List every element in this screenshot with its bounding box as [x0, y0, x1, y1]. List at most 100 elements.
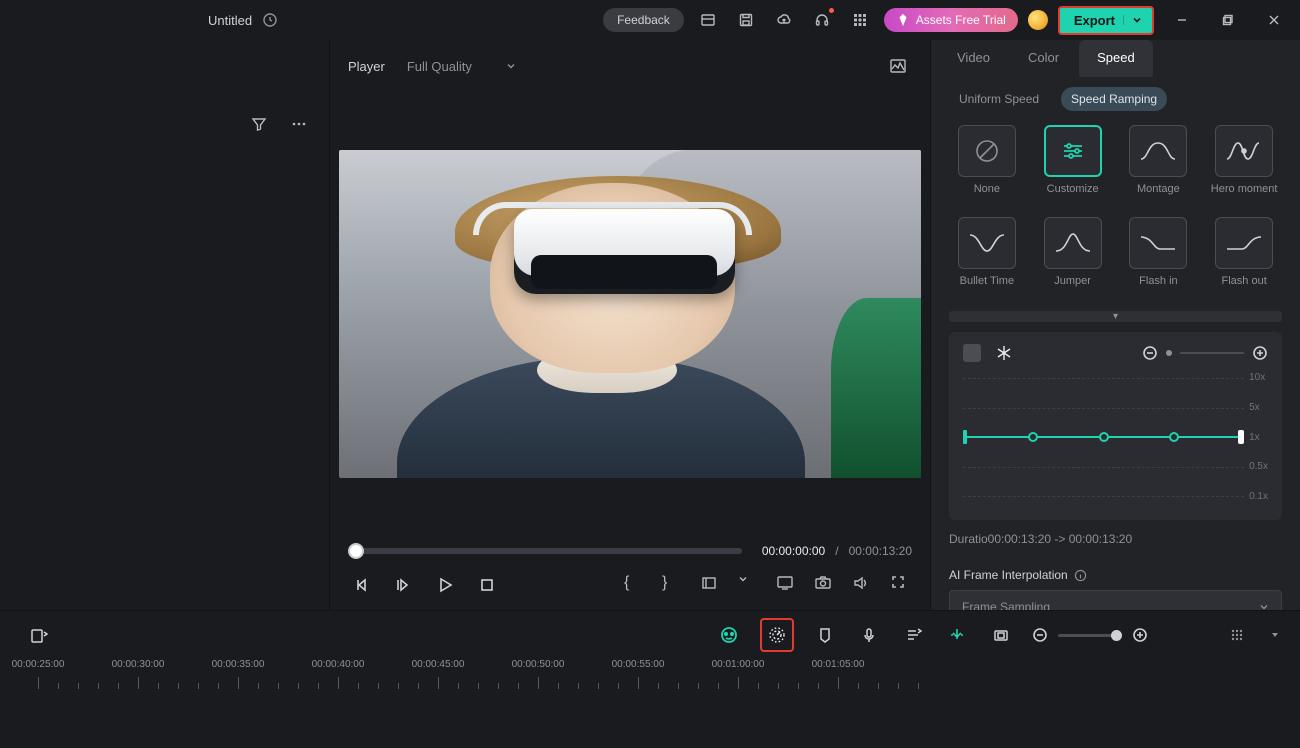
- ruler-label: 00:00:40:00: [312, 659, 365, 670]
- ramp-zoom-track[interactable]: [1180, 352, 1244, 354]
- feedback-button[interactable]: Feedback: [603, 8, 684, 32]
- ruler-label: 00:00:35:00: [212, 659, 265, 670]
- window-close[interactable]: [1256, 6, 1292, 34]
- window-maximize[interactable]: [1210, 6, 1246, 34]
- ramp-zoom-out[interactable]: [1142, 345, 1158, 361]
- inspector-tabs: Video Color Speed: [931, 40, 1300, 77]
- duration-readout: Duratio00:00:13:20 -> 00:00:13:20: [949, 532, 1282, 546]
- zoom-track[interactable]: [1058, 634, 1122, 637]
- voiceover-icon[interactable]: [856, 622, 882, 648]
- total-time: 00:00:13:20: [849, 544, 912, 558]
- speed-tool-button[interactable]: [760, 618, 794, 652]
- save-icon[interactable]: [732, 6, 760, 34]
- zoom-handle[interactable]: [1111, 630, 1122, 641]
- tab-video[interactable]: Video: [939, 40, 1008, 77]
- time-display: 00:00:00:00 / 00:00:13:20: [762, 544, 912, 558]
- apps-icon[interactable]: [846, 6, 874, 34]
- quality-select[interactable]: Full Quality: [399, 55, 524, 78]
- audio-tool-icon[interactable]: [900, 622, 926, 648]
- preset-none[interactable]: None: [949, 125, 1025, 209]
- scopes-icon[interactable]: [884, 52, 912, 80]
- ruler-label: 00:01:05:00: [812, 659, 865, 670]
- current-time: 00:00:00:00: [762, 544, 825, 558]
- ruler-label: 00:00:55:00: [612, 659, 665, 670]
- snapshot-button[interactable]: [814, 574, 836, 596]
- ruler-label: 00:00:25:00: [12, 659, 65, 670]
- tab-color[interactable]: Color: [1010, 40, 1077, 77]
- export-button[interactable]: Export: [1058, 6, 1154, 35]
- preset-montage[interactable]: Montage: [1121, 125, 1197, 209]
- preset-grid: None Customize Montage Hero moment Bulle…: [931, 117, 1300, 309]
- preset-jumper[interactable]: Jumper: [1035, 217, 1111, 301]
- player-label: Player: [348, 59, 385, 74]
- cut-delete-icon[interactable]: [26, 622, 52, 648]
- ramp-visibility-toggle[interactable]: [963, 344, 981, 362]
- magnet-icon[interactable]: [944, 622, 970, 648]
- media-panel: [0, 40, 330, 610]
- preset-flashin[interactable]: Flash in: [1121, 217, 1197, 301]
- interpolation-select[interactable]: Frame Sampling: [949, 590, 1282, 610]
- display-button[interactable]: [776, 574, 798, 596]
- project-title: Untitled: [208, 13, 252, 28]
- ramp-editor: 10x 5x 1x 0.5x 0.1x: [949, 332, 1282, 520]
- player-panel: Player Full Quality: [330, 40, 930, 610]
- track-options-caret-icon[interactable]: [1268, 622, 1282, 648]
- scrubber-handle[interactable]: [348, 543, 364, 559]
- play-forward-button[interactable]: [390, 572, 416, 598]
- ruler-label: 00:00:50:00: [512, 659, 565, 670]
- info-icon[interactable]: [1074, 569, 1087, 582]
- more-icon[interactable]: [285, 110, 313, 138]
- ai-tool-icon[interactable]: [716, 622, 742, 648]
- ruler-label: 00:00:30:00: [112, 659, 165, 670]
- inspector-panel: Video Color Speed Uniform Speed Speed Ra…: [930, 40, 1300, 610]
- interpolation-label: AI Frame Interpolation: [949, 568, 1282, 582]
- preset-hero[interactable]: Hero moment: [1206, 125, 1282, 209]
- video-preview[interactable]: [339, 150, 921, 478]
- zoom-in-icon[interactable]: [1132, 627, 1148, 643]
- layout-icon[interactable]: [694, 6, 722, 34]
- aspect-button[interactable]: [700, 574, 722, 596]
- interpolation-value: Frame Sampling: [962, 600, 1050, 610]
- assets-free-trial-button[interactable]: Assets Free Trial: [884, 8, 1018, 32]
- crop-icon[interactable]: [988, 622, 1014, 648]
- marker-icon[interactable]: [812, 622, 838, 648]
- export-label: Export: [1074, 13, 1115, 28]
- timeline-panel: 00:00:25:00 00:00:30:00 00:00:35:00 00:00:4…: [0, 610, 1300, 748]
- freeze-frame-icon[interactable]: [995, 344, 1013, 362]
- fullscreen-button[interactable]: [890, 574, 912, 596]
- chevron-down-icon: [1123, 15, 1142, 25]
- mark-out-button[interactable]: }: [662, 574, 684, 596]
- ramp-graph[interactable]: 10x 5x 1x 0.5x 0.1x: [963, 372, 1268, 502]
- expand-presets[interactable]: ▾: [949, 311, 1282, 322]
- preset-flashout[interactable]: Flash out: [1206, 217, 1282, 301]
- subtab-ramp[interactable]: Speed Ramping: [1061, 87, 1167, 111]
- prev-frame-button[interactable]: [348, 572, 374, 598]
- ramp-zoom-dot: [1166, 350, 1172, 356]
- track-options-icon[interactable]: [1224, 622, 1250, 648]
- timeline-ruler[interactable]: 00:00:25:00 00:00:30:00 00:00:35:00 00:00:4…: [8, 659, 1300, 689]
- preset-bullet[interactable]: Bullet Time: [949, 217, 1025, 301]
- cloud-icon[interactable]: [770, 6, 798, 34]
- assets-label: Assets Free Trial: [916, 13, 1006, 27]
- tab-speed[interactable]: Speed: [1079, 40, 1153, 77]
- scrubber[interactable]: [348, 548, 742, 554]
- mark-in-button[interactable]: {: [624, 574, 646, 596]
- ruler-label: 00:01:00:00: [712, 659, 765, 670]
- quality-value: Full Quality: [407, 59, 472, 74]
- subtab-uniform[interactable]: Uniform Speed: [949, 87, 1049, 111]
- ramp-zoom-in[interactable]: [1252, 345, 1268, 361]
- play-button[interactable]: [432, 572, 458, 598]
- autosave-icon: [262, 12, 278, 28]
- stop-button[interactable]: [474, 572, 500, 598]
- aspect-caret-icon[interactable]: [738, 574, 760, 596]
- zoom-out-icon[interactable]: [1032, 627, 1048, 643]
- ruler-label: 00:00:45:00: [412, 659, 465, 670]
- user-avatar[interactable]: [1028, 10, 1048, 30]
- window-minimize[interactable]: [1164, 6, 1200, 34]
- timeline-zoom[interactable]: [1032, 627, 1148, 643]
- main-area: Player Full Quality: [0, 40, 1300, 610]
- filter-icon[interactable]: [245, 110, 273, 138]
- headphones-icon[interactable]: [808, 6, 836, 34]
- volume-button[interactable]: [852, 574, 874, 596]
- preset-customize[interactable]: Customize: [1035, 125, 1111, 209]
